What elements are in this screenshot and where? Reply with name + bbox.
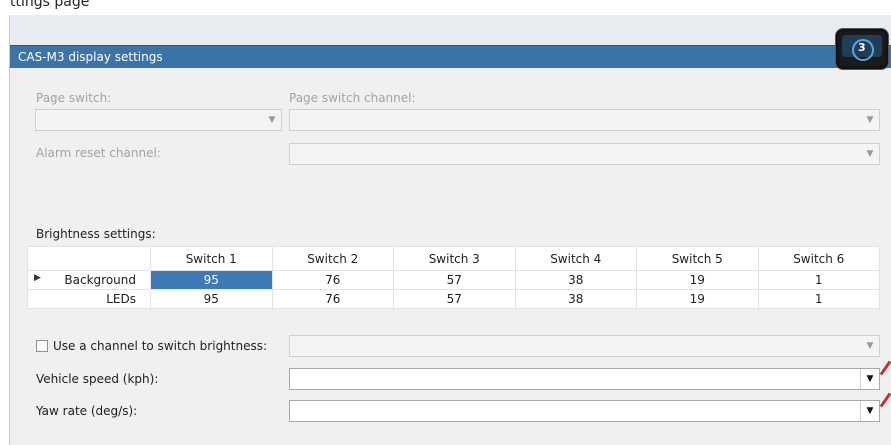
row-label: LEDs <box>106 292 136 306</box>
brightness-channel-select[interactable]: ▼ <box>289 335 880 357</box>
alarm-reset-channel-label: Alarm reset channel: <box>36 146 161 160</box>
device-digit: 3 <box>858 41 866 54</box>
page-switch-label: Page switch: <box>36 91 112 105</box>
brightness-grid: Switch 1 Switch 2 Switch 3 Switch 4 Swit… <box>27 246 880 309</box>
chevron-down-icon: ▼ <box>866 341 874 351</box>
grid-cell[interactable]: 95 <box>150 289 273 309</box>
grid-cell[interactable]: 38 <box>514 289 637 309</box>
use-channel-brightness-checkbox[interactable] <box>36 340 48 352</box>
chevron-down-icon: ▼ <box>268 115 276 125</box>
vehicle-speed-select[interactable]: ▼ <box>289 368 880 390</box>
chevron-down-icon[interactable]: ▼ <box>860 401 879 421</box>
yaw-rate-select[interactable]: ▼ <box>289 400 880 422</box>
chevron-down-icon: ▼ <box>866 115 874 125</box>
grid-cell[interactable]: 1 <box>757 270 880 290</box>
page-heading-fragment: ttings page <box>10 0 90 10</box>
column-header-switch-3[interactable]: Switch 3 <box>393 246 516 271</box>
column-header-switch-4[interactable]: Switch 4 <box>514 246 637 271</box>
window-titlebar: CAS-M3 display settings <box>10 45 891 68</box>
use-channel-brightness-label[interactable]: Use a channel to switch brightness: <box>53 339 267 353</box>
table-row[interactable]: LEDs 95 76 57 38 19 1 <box>27 289 880 309</box>
window-title: CAS-M3 display settings <box>18 50 163 64</box>
grid-cell[interactable]: 76 <box>271 270 394 290</box>
grid-cell[interactable]: 19 <box>636 289 759 309</box>
window-header-strip <box>10 15 891 45</box>
grid-cell[interactable]: 57 <box>393 270 516 290</box>
grid-cell[interactable]: 38 <box>514 270 637 290</box>
row-selector-icon: ▶ <box>34 273 41 283</box>
brightness-settings-label: Brightness settings: <box>36 227 156 241</box>
vehicle-speed-label: Vehicle speed (kph): <box>36 372 159 386</box>
grid-cell[interactable]: 19 <box>636 270 759 290</box>
column-header-switch-2[interactable]: Switch 2 <box>271 246 394 271</box>
grid-cell[interactable]: 57 <box>393 289 516 309</box>
alarm-reset-channel-select[interactable]: ▼ <box>289 143 880 165</box>
row-label: Background <box>64 273 136 287</box>
column-header-switch-6[interactable]: Switch 6 <box>757 246 880 271</box>
table-row[interactable]: ▶ Background 95 76 57 38 19 1 <box>27 270 880 290</box>
row-header-background[interactable]: ▶ Background <box>27 270 151 290</box>
column-header-switch-1[interactable]: Switch 1 <box>150 246 273 271</box>
page-switch-channel-select[interactable]: ▼ <box>289 109 880 131</box>
grid-header-row: Switch 1 Switch 2 Switch 3 Switch 4 Swit… <box>27 246 880 271</box>
chevron-down-icon[interactable]: ▼ <box>860 369 879 389</box>
row-header-leds[interactable]: LEDs <box>27 289 151 309</box>
grid-cell[interactable]: 1 <box>757 289 880 309</box>
yaw-rate-label: Yaw rate (deg/s): <box>36 404 138 418</box>
grid-corner-cell <box>27 246 151 271</box>
cas-m3-device-icon: 3 <box>835 28 889 70</box>
grid-cell[interactable]: 76 <box>271 289 394 309</box>
column-header-switch-5[interactable]: Switch 5 <box>636 246 759 271</box>
page-switch-select[interactable]: ▼ <box>35 109 282 131</box>
chevron-down-icon: ▼ <box>866 149 874 159</box>
page-switch-channel-label: Page switch channel: <box>289 91 416 105</box>
grid-cell[interactable]: 95 <box>150 270 273 290</box>
